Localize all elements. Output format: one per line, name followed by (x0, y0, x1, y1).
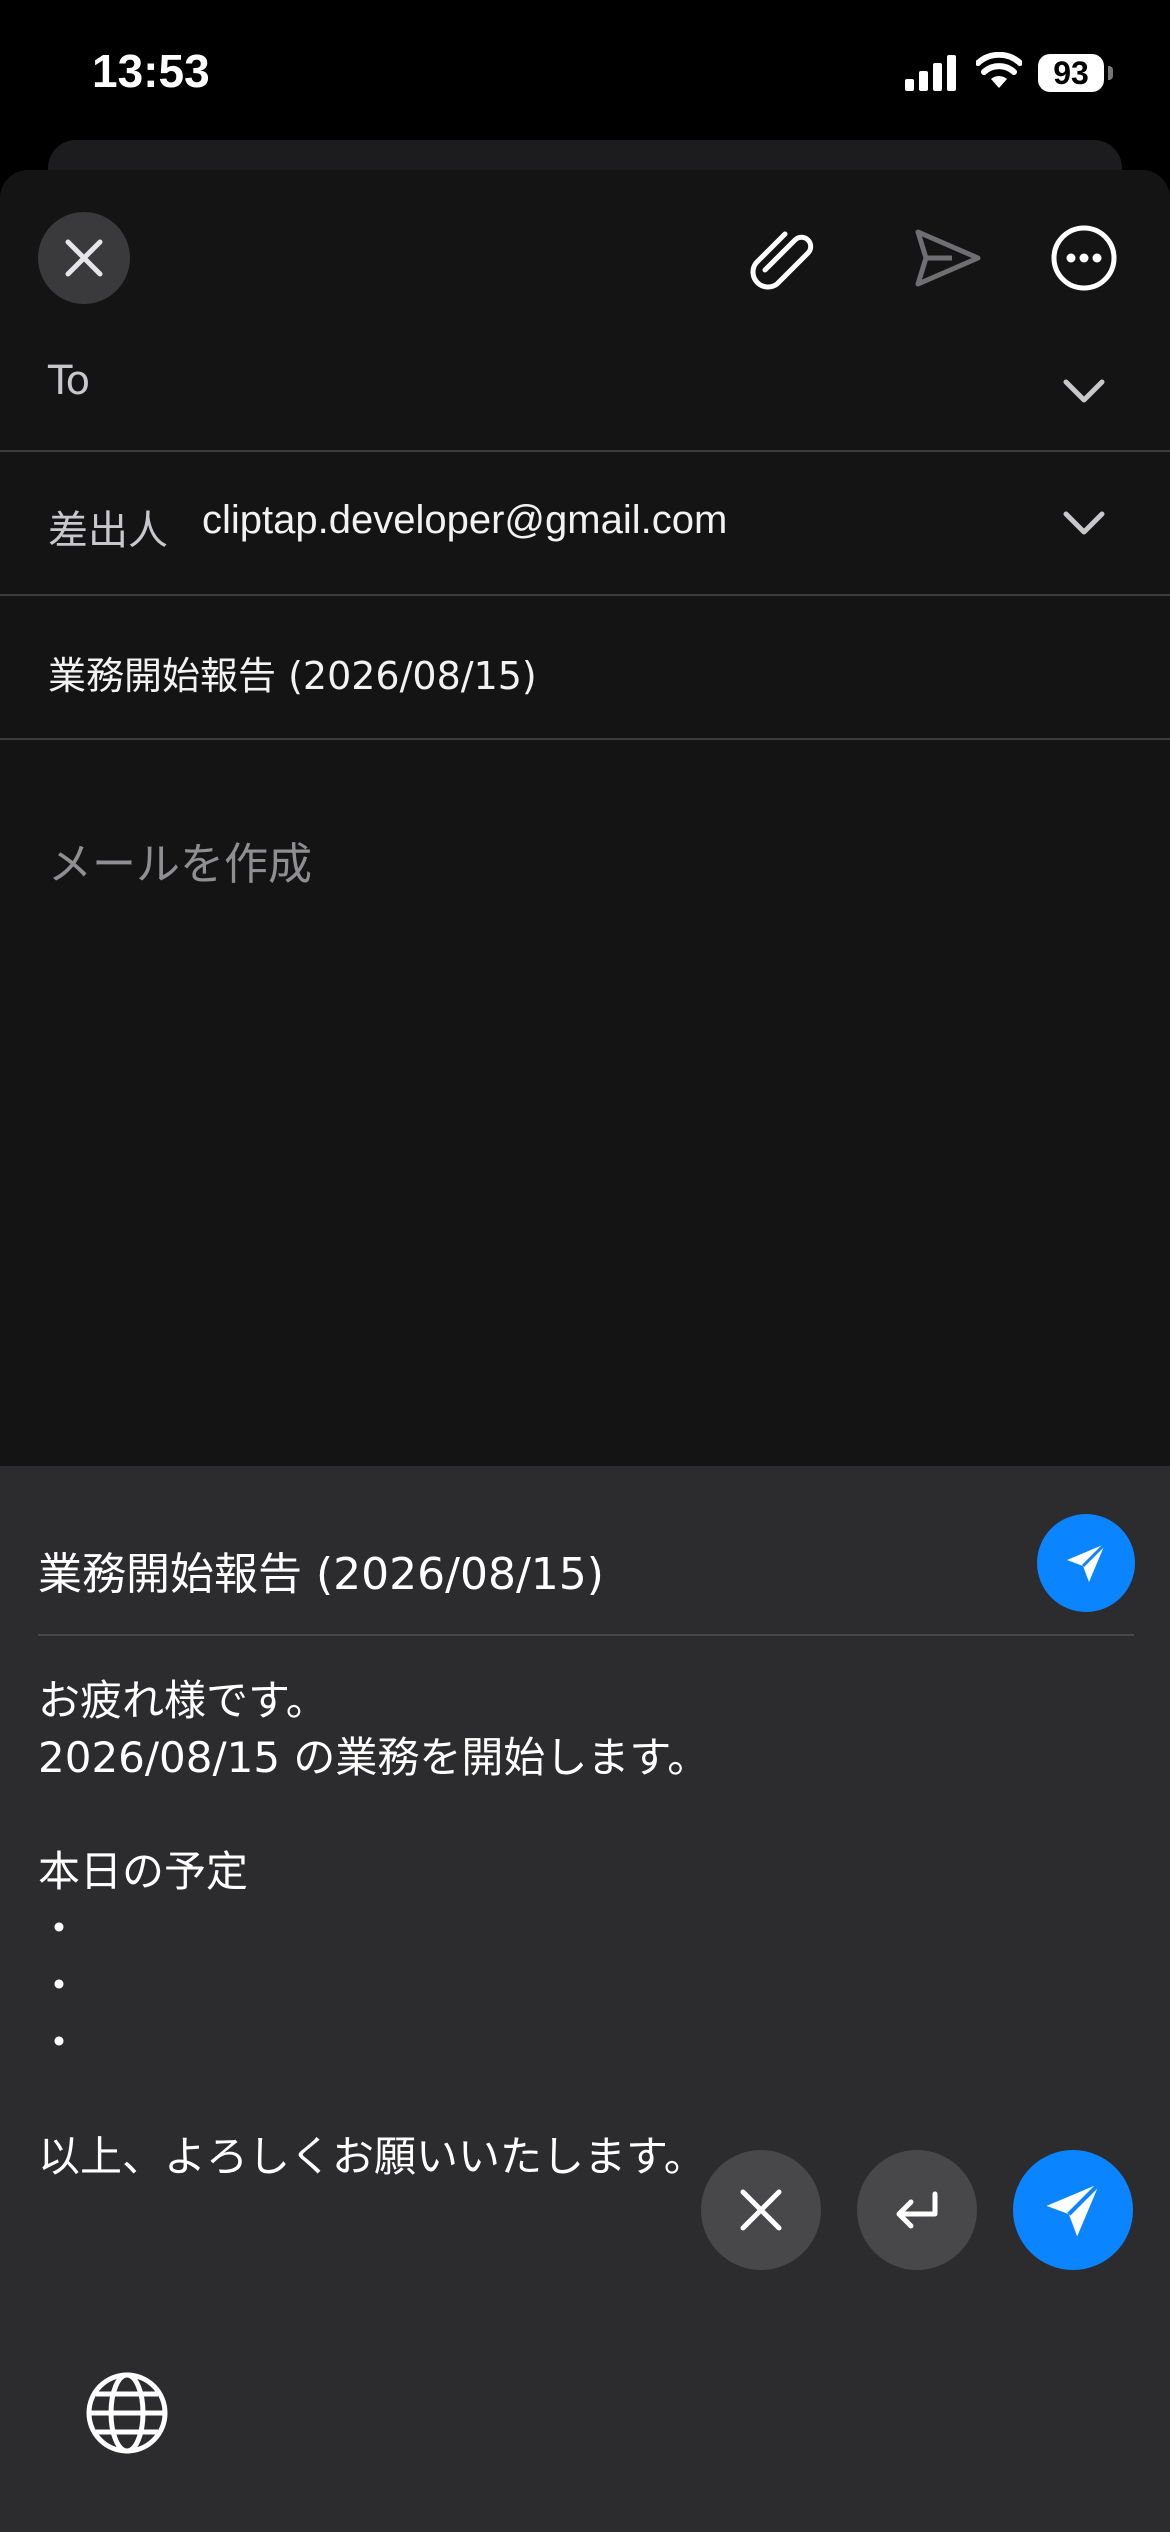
template-title: 業務開始報告 (2026/08/15) (38, 1549, 604, 1600)
status-bar: 13:53 93 (0, 0, 1170, 150)
body-input[interactable]: メールを作成 (48, 828, 312, 892)
battery-tip (1108, 66, 1113, 80)
return-button[interactable] (857, 2150, 977, 2270)
insert-send-button[interactable] (1037, 1514, 1135, 1612)
from-address: cliptap.developer@gmail.com (202, 498, 728, 542)
divider (38, 1634, 1134, 1636)
to-row[interactable]: To (0, 320, 1170, 452)
send-icon (1067, 1542, 1107, 1582)
wifi-icon (976, 52, 1022, 88)
send-icon[interactable] (912, 222, 984, 294)
chevron-down-icon[interactable] (1062, 510, 1106, 538)
template-body: お疲れ様です。 2026/08/15 の業務を開始します。 本日の予定 ・ ・ … (38, 1676, 710, 2181)
chevron-down-icon[interactable] (1062, 378, 1106, 406)
from-row[interactable]: 差出人 cliptap.developer@gmail.com (0, 452, 1170, 596)
close-button[interactable] (38, 212, 130, 304)
subject-field[interactable]: 業務開始報告 (2026/08/15) (48, 645, 537, 700)
cancel-button[interactable] (701, 2150, 821, 2270)
to-label: To (48, 358, 91, 404)
close-icon (65, 239, 103, 277)
send-button[interactable] (1013, 2150, 1133, 2270)
paperclip-icon[interactable] (745, 222, 817, 294)
more-icon[interactable] (1050, 224, 1118, 292)
battery-level: 93 (1038, 54, 1104, 92)
subject-row[interactable]: 業務開始報告 (2026/08/15) (0, 596, 1170, 740)
from-label: 差出人 (48, 508, 168, 554)
globe-icon[interactable] (84, 2370, 170, 2456)
compose-sheet: To 差出人 cliptap.developer@gmail.com 業務開始報… (0, 170, 1170, 1470)
signal-icon (905, 55, 956, 91)
status-time: 13:53 (92, 45, 210, 97)
close-icon (740, 2189, 782, 2231)
return-icon (896, 2191, 938, 2229)
send-icon (1046, 2182, 1101, 2237)
template-panel: 業務開始報告 (2026/08/15) お疲れ様です。 2026/08/15 の… (0, 1466, 1170, 2532)
